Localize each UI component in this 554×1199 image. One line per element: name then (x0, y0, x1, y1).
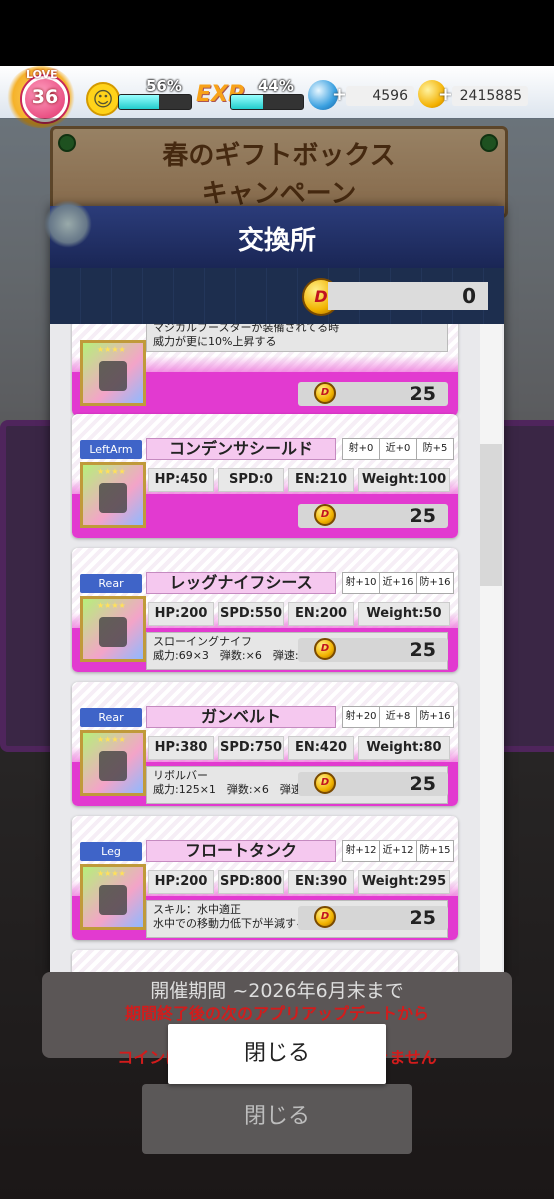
item-image (99, 617, 127, 647)
item-name: コンデンサシールド (146, 438, 336, 460)
rarity-stars-icon: ★★★★ (97, 467, 126, 476)
item-description-line: マジカルブースターが装備されてる時 (153, 324, 340, 334)
exchange-coin-balance: 0 (328, 282, 488, 310)
item-modifier: 防+16 (416, 706, 454, 728)
item-stat: HP:450 (148, 468, 214, 492)
event-period: 開催期間 ~2026年6月末まで (150, 980, 404, 1002)
item-stat: Weight:295 (358, 870, 450, 894)
item-stat: HP:200 (148, 602, 214, 626)
dialog-title: 交換所 (237, 226, 316, 256)
scrollbar-thumb[interactable] (480, 444, 502, 586)
item-thumbnail: ★★★★ (80, 596, 146, 662)
item-image (99, 885, 127, 915)
item-thumbnail: ★★★★ (80, 340, 146, 406)
rarity-stars-icon: ★★★★ (97, 869, 126, 878)
item-card[interactable]: Rear ★★★★ ガンベルト 射+20 近+8 防+16 HP:380 SPD:750 EN:… (72, 682, 458, 806)
item-name: レッグナイフシース (146, 572, 336, 594)
item-stat: Weight:100 (358, 468, 450, 492)
exchange-dialog: 交換所 0 ★★★★ スキル：マジカルウェポンマジカルブースターが装備されてる時威… (44, 200, 504, 976)
item-image (99, 361, 127, 391)
item-modifier: 近+16 (379, 572, 417, 594)
item-thumbnail: ★★★★ (80, 730, 146, 796)
item-thumbnail: ★★★★ (80, 864, 146, 930)
item-modifier: 近+0 (379, 438, 417, 460)
slot-label: Rear (80, 574, 142, 593)
item-stat: EN:210 (288, 468, 354, 492)
exp-bar-fill (231, 95, 263, 109)
close-button[interactable]: 閉じる (168, 1024, 386, 1084)
status-bar (0, 0, 554, 66)
item-modifier: 射+12 (342, 840, 380, 862)
item-image (99, 751, 127, 781)
event-notice: 期間終了後の次のアプリアップデートから (124, 1004, 429, 1023)
exp-percent: 44% (258, 77, 294, 95)
item-image (99, 483, 127, 513)
coin-count: 2415885 (452, 86, 528, 106)
item-list[interactable]: ★★★★ スキル：マジカルウェポンマジカルブースターが装備されてる時威力が更に10… (70, 324, 470, 976)
item-card[interactable]: Leg ★★★★ フロートタンク 射+12 近+12 防+15 HP:200 SPD:800 E… (72, 816, 458, 940)
add-coins-icon[interactable]: + (438, 84, 453, 105)
item-description-line: 威力が更に10%上昇する (153, 335, 277, 348)
item-modifier: 防+5 (416, 438, 454, 460)
slot-label: Leg (80, 842, 142, 861)
item-modifier: 射+20 (342, 706, 380, 728)
item-stat: SPD:750 (218, 736, 284, 760)
item-stat: SPD:0 (218, 468, 284, 492)
item-stat: HP:380 (148, 736, 214, 760)
price-coin-icon (314, 638, 336, 660)
close-button-background: 閉じる (142, 1084, 412, 1154)
slot-label: Rear (80, 708, 142, 727)
item-description: スキル：マジカルウェポンマジカルブースターが装備されてる時威力が更に10%上昇す… (146, 324, 448, 352)
exp-bar (230, 94, 304, 110)
price-coin-icon (314, 504, 336, 526)
mood-smile-icon: ☺ (86, 82, 120, 116)
item-modifier: 射+0 (342, 438, 380, 460)
love-level: 36 (31, 86, 59, 108)
love-label: LOVE (26, 68, 58, 81)
rarity-stars-icon: ★★★★ (97, 345, 126, 354)
item-card[interactable]: ★★★★ スキル：マジカルウェポンマジカルブースターが装備されてる時威力が更に10… (72, 324, 458, 416)
item-stat: SPD:800 (218, 870, 284, 894)
add-gems-icon[interactable]: + (332, 84, 347, 105)
item-modifier: 防+15 (416, 840, 454, 862)
slot-label: LeftArm (80, 440, 142, 459)
item-modifier: 近+12 (379, 840, 417, 862)
item-modifier: 近+8 (379, 706, 417, 728)
item-stat: EN:420 (288, 736, 354, 760)
item-card[interactable]: LeftArm ★★★★ コンデンサシールド 射+0 近+0 防+5 HP:450 SPD:0… (72, 414, 458, 538)
scrollbar[interactable] (480, 324, 502, 976)
item-stat: EN:200 (288, 602, 354, 626)
item-name: ガンベルト (146, 706, 336, 728)
mood-percent: 56% (146, 77, 182, 95)
price-coin-icon (314, 382, 336, 404)
mood-bar (118, 94, 192, 110)
rarity-stars-icon: ★★★★ (97, 735, 126, 744)
item-modifier: 防+16 (416, 572, 454, 594)
item-stat: Weight:50 (358, 602, 450, 626)
item-stat: SPD:550 (218, 602, 284, 626)
item-modifier: 射+10 (342, 572, 380, 594)
rarity-stars-icon: ★★★★ (97, 601, 126, 610)
price-coin-icon (314, 772, 336, 794)
item-stat: HP:200 (148, 870, 214, 894)
gem-count: 4596 (346, 86, 414, 106)
price-coin-icon (314, 906, 336, 928)
dialog-header: 交換所 (44, 200, 504, 270)
coin-balance-bar: 0 (50, 268, 504, 324)
mood-bar-fill (119, 95, 160, 109)
item-name: フロートタンク (146, 840, 336, 862)
item-thumbnail: ★★★★ (80, 462, 146, 528)
item-stat: Weight:80 (358, 736, 450, 760)
item-card[interactable]: Rear ★★★★ レッグナイフシース 射+10 近+16 防+16 HP:200 SPD:5… (72, 548, 458, 672)
item-stat: EN:390 (288, 870, 354, 894)
